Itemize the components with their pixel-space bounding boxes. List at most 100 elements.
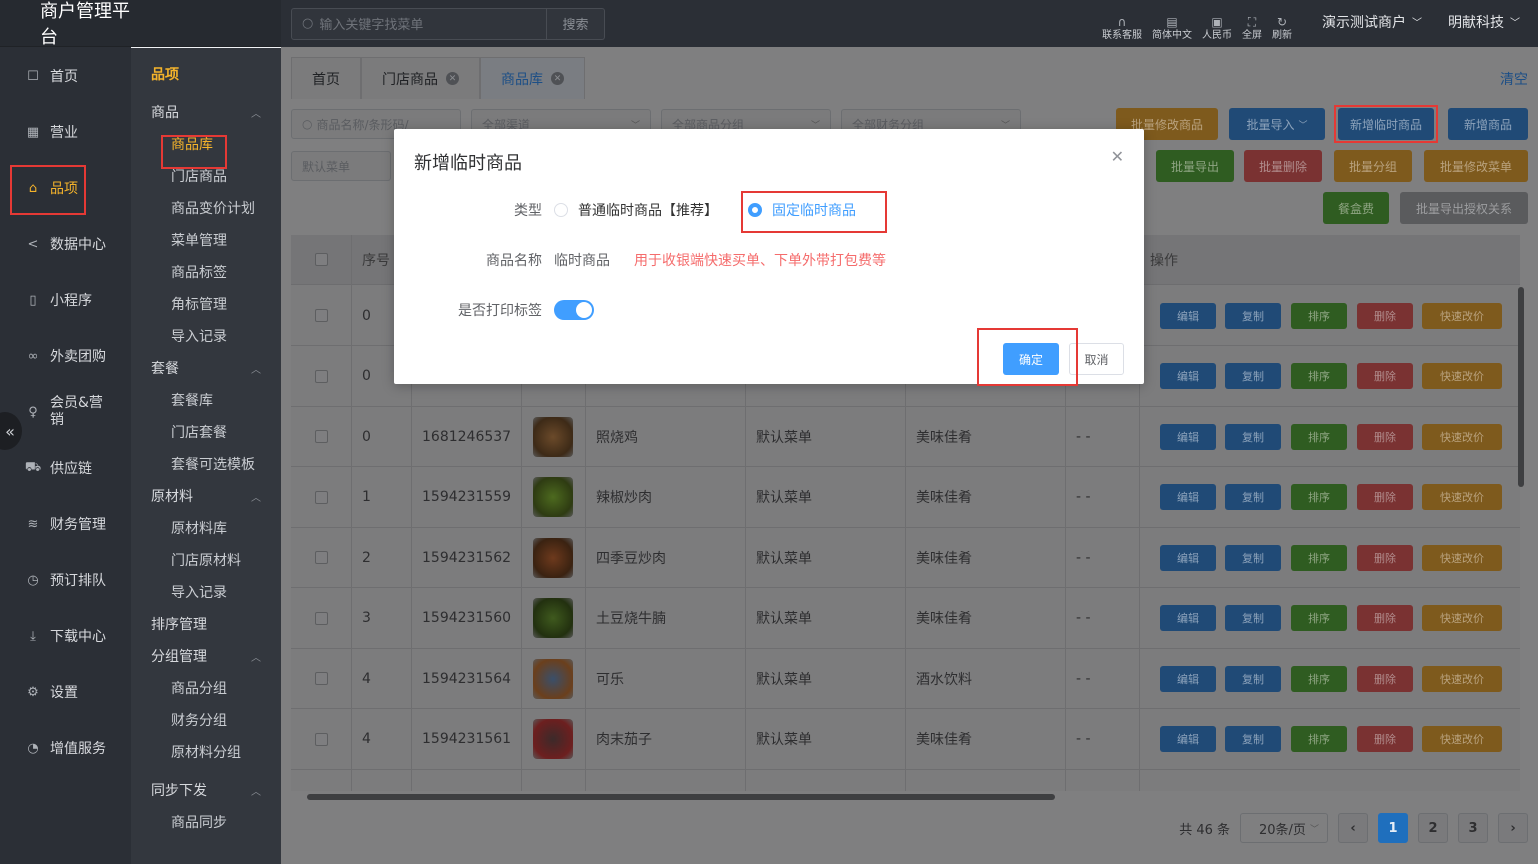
close-icon[interactable]: ✕	[1111, 147, 1124, 166]
add-goods-button[interactable]: 新增商品	[1448, 108, 1528, 140]
tool-language[interactable]: ▤ 简体中文	[1152, 16, 1192, 42]
sub-item-material-group[interactable]: 原材料分组	[131, 736, 281, 768]
quick-price-button[interactable]: 快速改价	[1422, 544, 1502, 571]
batch-export-button[interactable]: 批量导出	[1156, 150, 1234, 182]
quick-price-button[interactable]: 快速改价	[1422, 665, 1502, 692]
delete-button[interactable]: 删除	[1357, 665, 1413, 692]
table-row[interactable]: 1 1594231559 辣椒炒肉 默认菜单 美味佳肴 - - 编辑 复制 排序 删除 快速改价	[291, 468, 1520, 528]
nav-item-business[interactable]: ▦ 营业	[0, 104, 131, 160]
delete-button[interactable]: 删除	[1357, 484, 1413, 510]
edit-button[interactable]: 编辑	[1160, 484, 1216, 510]
page-3-button[interactable]: 3	[1458, 813, 1488, 843]
sub-group-group-manage[interactable]: 分组管理 ︿	[131, 640, 281, 672]
sub-group-combo[interactable]: 套餐 ︿	[131, 352, 281, 384]
box-fee-button[interactable]: 餐盒费	[1323, 192, 1389, 224]
quick-price-button[interactable]: 快速改价	[1422, 726, 1502, 752]
quick-price-button[interactable]: 快速改价	[1422, 605, 1502, 631]
nav-item-download[interactable]: ⤓ 下载中心	[0, 608, 131, 664]
nav-item-settings[interactable]: ⚙ 设置	[0, 664, 131, 720]
delete-button[interactable]: 删除	[1357, 726, 1413, 752]
sub-item-badge[interactable]: 角标管理	[131, 288, 281, 320]
nav-item-finance[interactable]: ≋ 财务管理	[0, 496, 131, 552]
delete-button[interactable]: 删除	[1357, 544, 1413, 571]
edit-button[interactable]: 编辑	[1160, 726, 1216, 752]
copy-button[interactable]: 复制	[1225, 726, 1281, 752]
page-2-button[interactable]: 2	[1418, 813, 1448, 843]
copy-button[interactable]: 复制	[1225, 665, 1281, 692]
sub-item-goods-sync[interactable]: 商品同步	[131, 806, 281, 838]
row-checkbox[interactable]	[315, 309, 328, 322]
row-checkbox[interactable]	[315, 490, 328, 504]
table-row[interactable]: 4 1594231561 肉末茄子 默认菜单 美味佳肴 - - 编辑 复制 排序 删除 快速改价	[291, 710, 1520, 770]
batch-import-button[interactable]: 批量导入 ﹀	[1229, 108, 1325, 140]
table-row[interactable]: 4 1594231564 可乐 默认菜单 酒水饮料 - - 编辑 复制 排序 删除 快速改价	[291, 649, 1520, 709]
sub-item-goods-tag[interactable]: 商品标签	[131, 256, 281, 288]
select-all-checkbox[interactable]	[315, 253, 328, 266]
nav-item-home[interactable]: ☐ 首页	[0, 48, 131, 104]
sub-item-store-goods[interactable]: 门店商品	[131, 160, 281, 192]
tool-support[interactable]: ∩ 联系客服	[1102, 16, 1142, 42]
table-row[interactable]: 2 1594231562 四季豆炒肉 默认菜单 美味佳肴 - - 编辑 复制 排序 删除 快速改价	[291, 528, 1520, 588]
nav-item-takeout[interactable]: ∞ 外卖团购	[0, 328, 131, 384]
sort-button[interactable]: 排序	[1291, 605, 1347, 631]
delete-button[interactable]: 删除	[1357, 302, 1413, 329]
type-normal-radio[interactable]: 普通临时商品【推荐】	[554, 200, 718, 220]
close-icon[interactable]: ✕	[446, 72, 459, 85]
edit-button[interactable]: 编辑	[1160, 605, 1216, 631]
tool-currency[interactable]: ▣ 人民币	[1202, 16, 1232, 42]
tab-goods-library[interactable]: 商品库 ✕	[480, 57, 585, 99]
sub-group-goods[interactable]: 商品 ︿	[131, 96, 281, 128]
quick-price-button[interactable]: 快速改价	[1422, 484, 1502, 510]
sub-item-material-import-log[interactable]: 导入记录	[131, 576, 281, 608]
print-label-switch[interactable]	[554, 300, 594, 320]
copy-button[interactable]: 复制	[1225, 423, 1281, 450]
add-temp-goods-button[interactable]: 新增临时商品	[1338, 108, 1434, 140]
sub-item-goods-library[interactable]: 商品库	[131, 128, 281, 160]
edit-button[interactable]: 编辑	[1160, 423, 1216, 450]
nav-item-reserve[interactable]: ◷ 预订排队	[0, 552, 131, 608]
copy-button[interactable]: 复制	[1225, 363, 1281, 389]
batch-group-button[interactable]: 批量分组	[1334, 150, 1412, 182]
table-row[interactable]: 0 1681246537 照烧鸡 默认菜单 美味佳肴 - - 编辑 复制 排序 删除 快速改价	[291, 407, 1520, 467]
menu-search-button[interactable]: 搜索	[547, 7, 605, 40]
sub-item-store-combo[interactable]: 门店套餐	[131, 416, 281, 448]
sort-button[interactable]: 排序	[1291, 484, 1347, 510]
sub-item-material-library[interactable]: 原材料库	[131, 512, 281, 544]
horizontal-scrollbar[interactable]	[291, 793, 1520, 801]
nav-item-data-center[interactable]: < 数据中心	[0, 216, 131, 272]
prev-page-button[interactable]: ‹	[1338, 813, 1368, 843]
delete-button[interactable]: 删除	[1357, 363, 1413, 389]
row-checkbox[interactable]	[315, 672, 328, 685]
sort-button[interactable]: 排序	[1291, 726, 1347, 752]
export-auth-button[interactable]: 批量导出授权关系	[1400, 192, 1528, 224]
sub-group-sort[interactable]: 排序管理	[131, 608, 281, 640]
page-size-select[interactable]: 20条/页 ﹀	[1240, 813, 1328, 843]
row-checkbox[interactable]	[315, 611, 328, 625]
copy-button[interactable]: 复制	[1225, 544, 1281, 571]
nav-item-supply[interactable]: ⛟ 供应链	[0, 440, 131, 496]
edit-button[interactable]: 编辑	[1160, 544, 1216, 571]
type-fixed-radio[interactable]: 固定临时商品	[748, 200, 856, 220]
row-checkbox[interactable]	[315, 551, 328, 564]
sub-group-material[interactable]: 原材料 ︿	[131, 480, 281, 512]
sub-item-goods-group[interactable]: 商品分组	[131, 672, 281, 704]
delete-button[interactable]: 删除	[1357, 605, 1413, 631]
cancel-button[interactable]: 取消	[1069, 343, 1124, 375]
menu-search-input[interactable]: ○ 输入关键字找菜单	[291, 7, 547, 40]
vertical-scrollbar[interactable]	[1518, 287, 1524, 487]
tool-fullscreen[interactable]: ⛶ 全屏	[1242, 16, 1262, 42]
next-page-button[interactable]: ›	[1498, 813, 1528, 843]
sort-button[interactable]: 排序	[1291, 423, 1347, 450]
nav-item-goods[interactable]: ⌂ 品项	[0, 160, 131, 216]
sort-button[interactable]: 排序	[1291, 363, 1347, 389]
row-checkbox[interactable]	[315, 732, 328, 746]
scrollbar-thumb[interactable]	[307, 794, 1055, 800]
batch-menu-button[interactable]: 批量修改菜单	[1424, 150, 1528, 182]
tab-store-goods[interactable]: 门店商品 ✕	[361, 57, 480, 99]
delete-button[interactable]: 删除	[1357, 423, 1413, 450]
nav-item-vas[interactable]: ◔ 增值服务	[0, 720, 131, 776]
sort-button[interactable]: 排序	[1291, 302, 1347, 329]
close-icon[interactable]: ✕	[551, 72, 564, 85]
sub-item-menu-manage[interactable]: 菜单管理	[131, 224, 281, 256]
quick-price-button[interactable]: 快速改价	[1422, 302, 1502, 329]
